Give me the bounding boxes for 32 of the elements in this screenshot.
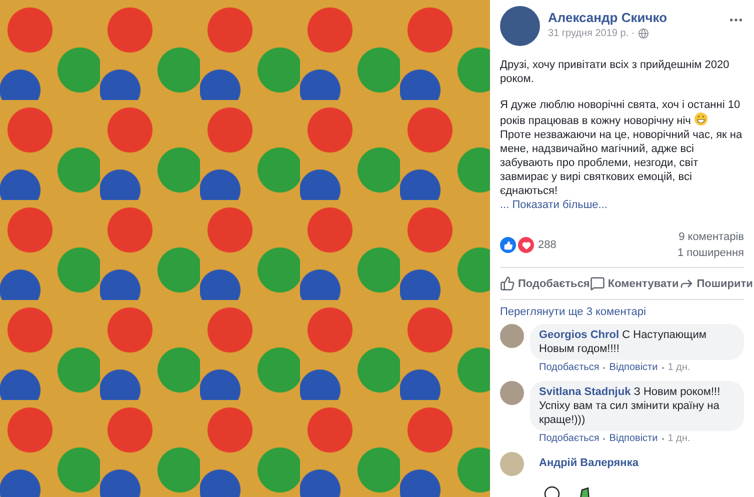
commenter-avatar <box>500 381 524 405</box>
heart-reaction-icon <box>518 237 534 253</box>
see-more-link[interactable]: ... Показати більше... <box>500 199 744 211</box>
post-text: Проте незважаючи на це, новорічний час, як на мене, надзвичайно магічний, адже всі забувають про проблеми, незгоди, світ завмирає у вирі святкових емоцій, всі єднаються! <box>500 128 744 198</box>
comment-button[interactable]: Коментувати <box>590 276 679 291</box>
comment-time: 1 дн. <box>668 433 690 444</box>
like-reaction-icon <box>500 237 516 253</box>
thumbs-up-icon <box>500 276 515 291</box>
globe-icon <box>638 28 649 39</box>
post-text: Я дуже люблю новорічні свята, хоч і останні 10 років працював в кожну новорічну ніч <box>500 98 742 128</box>
author-name[interactable]: Александр Скичко <box>548 10 720 25</box>
commenter-avatar <box>500 324 524 348</box>
commenter-name[interactable]: Андрій Валерянка <box>539 457 638 476</box>
commenter-name[interactable]: Georgios Chrol <box>539 329 620 341</box>
comment-text: Georgios Chrol С Наступающим Новым годом!!!! <box>530 324 744 360</box>
author-avatar <box>500 6 540 46</box>
share-button[interactable]: Поширити <box>678 276 753 291</box>
reply-link[interactable]: Відповісти <box>609 362 658 373</box>
commenter-avatar <box>500 452 524 476</box>
reply-link[interactable]: Відповісти <box>609 433 658 444</box>
shares-count[interactable]: 1 поширення <box>677 247 744 259</box>
like-link[interactable]: Подобається <box>539 433 600 444</box>
comment-icon <box>590 276 605 291</box>
view-more-comments-link[interactable]: Переглянути ще 3 коментарі <box>500 306 744 318</box>
post-text: Друзі, хочу привітати всіх з прийдешнім 2020 роком. <box>500 58 730 86</box>
commenter-name[interactable]: Svitlana Stadnjuk <box>539 386 631 398</box>
reactions-count[interactable]: 288 <box>538 239 556 251</box>
like-button[interactable]: Подобається <box>500 276 590 291</box>
like-link[interactable]: Подобається <box>539 362 600 373</box>
comment-time: 1 дн. <box>668 362 690 373</box>
comment-text: Svitlana Stadnjuk З Новим роком!!! Успіху вам та сил змінити країну на краще!))) <box>530 381 744 431</box>
comments-count[interactable]: 9 коментарів <box>678 231 744 243</box>
